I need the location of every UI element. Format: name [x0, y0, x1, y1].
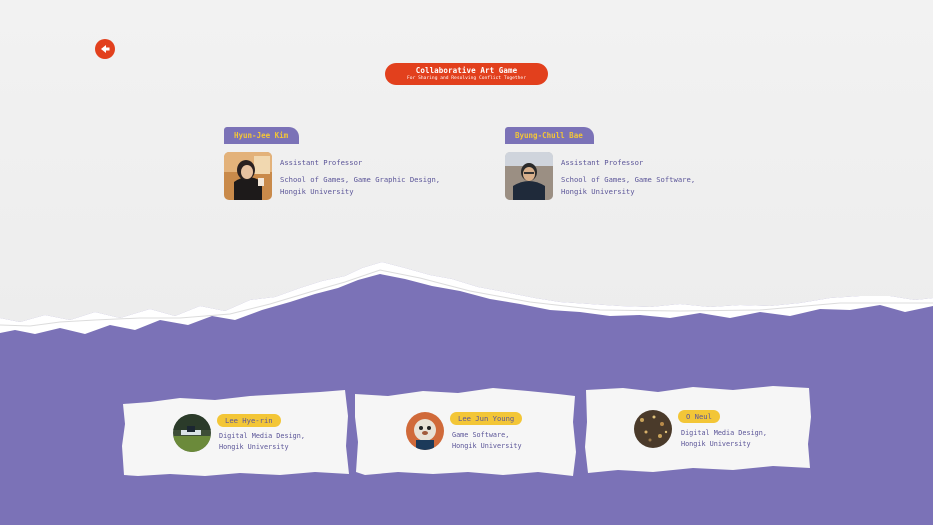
student-dept: Game Software, Hongik University	[452, 430, 582, 452]
professor-dept-line2: Hongik University	[561, 187, 635, 196]
student-dept-line1: Digital Media Design,	[681, 429, 767, 437]
student-name-badge: Lee Jun Young	[450, 412, 523, 425]
student-photo	[634, 410, 672, 448]
student-card: Lee Jun Young Game Software, Hongik Univ…	[353, 382, 578, 478]
student-dept-line2: Hongik University	[681, 440, 751, 448]
student-card: Lee Hye-rin Digital Media Design, Hongik…	[120, 386, 350, 478]
title-pill: Collaborative Art Game For Sharing and R…	[385, 63, 548, 85]
arrow-left-icon	[101, 45, 110, 53]
professor-photo	[505, 152, 553, 200]
student-name-badge: O Neul	[678, 410, 720, 423]
professor-name-tab: Hyun-Jee Kim	[224, 127, 300, 144]
professor-role: Assistant Professor	[280, 158, 363, 167]
student-photo	[173, 414, 211, 452]
page-title: Collaborative Art Game	[415, 66, 518, 75]
student-dept: Digital Media Design, Hongik University	[681, 428, 811, 450]
professor-name-tab: Byung-Chull Bae	[505, 127, 594, 144]
student-dept: Digital Media Design, Hongik University	[219, 431, 349, 453]
professor-dept-line2: Hongik University	[280, 187, 354, 196]
student-card: O Neul Digital Media Design, Hongik Univ…	[583, 382, 813, 478]
student-dept-line2: Hongik University	[452, 442, 522, 450]
page-subtitle: For Sharing and Resolving Conflict Toget…	[407, 76, 526, 81]
student-name-badge: Lee Hye-rin	[217, 414, 281, 427]
professor-card: Byung-Chull Bae Assistant Professor Scho…	[505, 127, 765, 207]
professor-role: Assistant Professor	[561, 158, 644, 167]
student-dept-line1: Digital Media Design,	[219, 432, 305, 440]
student-dept-line1: Game Software,	[452, 431, 510, 439]
professor-dept-line1: School of Games, Game Software,	[561, 175, 696, 184]
professor-photo	[224, 152, 272, 200]
student-photo	[406, 412, 444, 450]
student-dept-line2: Hongik University	[219, 443, 289, 451]
professor-dept-line1: School of Games, Game Graphic Design,	[280, 175, 441, 184]
professor-card: Hyun-Jee Kim Assistant Professor School …	[224, 127, 484, 207]
back-button[interactable]	[95, 39, 115, 59]
